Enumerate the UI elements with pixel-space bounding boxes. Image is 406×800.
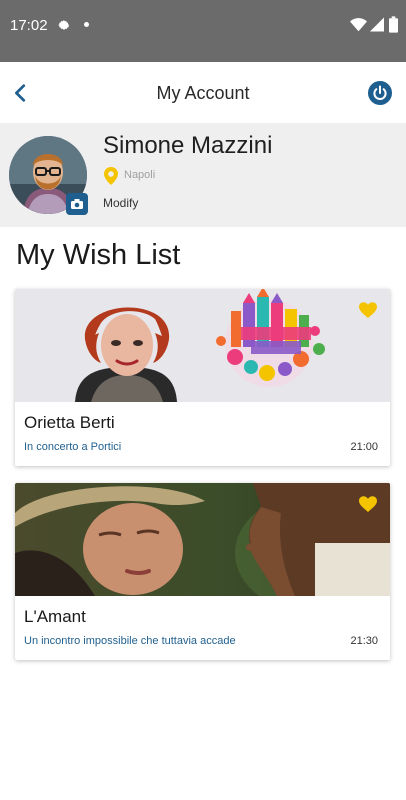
- event-time: 21:30: [350, 635, 378, 647]
- event-title: Orietta Berti: [24, 413, 115, 432]
- event-time: 21:00: [350, 441, 378, 453]
- profile-city: Napoli: [124, 169, 156, 181]
- profile-header: Simone Mazzini Napoli Modify: [0, 123, 406, 227]
- event-title: L'Amant: [24, 607, 86, 626]
- wishlist-title: My Wish List: [16, 239, 181, 271]
- favorite-heart-icon[interactable]: [359, 496, 377, 513]
- event-poster-image: [15, 483, 390, 596]
- page-title: My Account: [156, 83, 250, 103]
- concert-poster: [15, 289, 390, 402]
- map-pin-icon: [104, 167, 118, 185]
- favorite-heart-icon[interactable]: [359, 302, 377, 319]
- signal-icon: [370, 17, 384, 32]
- wishlist-card[interactable]: L'Amant Un incontro impossibile che tutt…: [15, 483, 390, 660]
- gear-icon: [58, 20, 70, 30]
- movie-still: [15, 483, 390, 596]
- app-bar: My Account: [0, 62, 406, 123]
- status-bar: 17:02: [0, 0, 406, 62]
- status-time: 17:02: [10, 17, 48, 34]
- battery-icon: [389, 16, 398, 33]
- camera-icon[interactable]: [66, 193, 88, 215]
- wifi-icon: [350, 18, 367, 32]
- profile-name: Simone Mazzini: [103, 132, 273, 159]
- event-poster-image: [15, 289, 390, 402]
- power-icon[interactable]: [368, 81, 392, 105]
- event-subtitle: Un incontro impossibile che tuttavia acc…: [24, 635, 236, 647]
- wishlist-card[interactable]: Orietta Berti In concerto a Portici 21:0…: [15, 289, 390, 466]
- event-subtitle: In concerto a Portici: [24, 441, 122, 453]
- modify-profile-link[interactable]: Modify: [103, 196, 138, 210]
- notification-dot-icon: [84, 22, 89, 27]
